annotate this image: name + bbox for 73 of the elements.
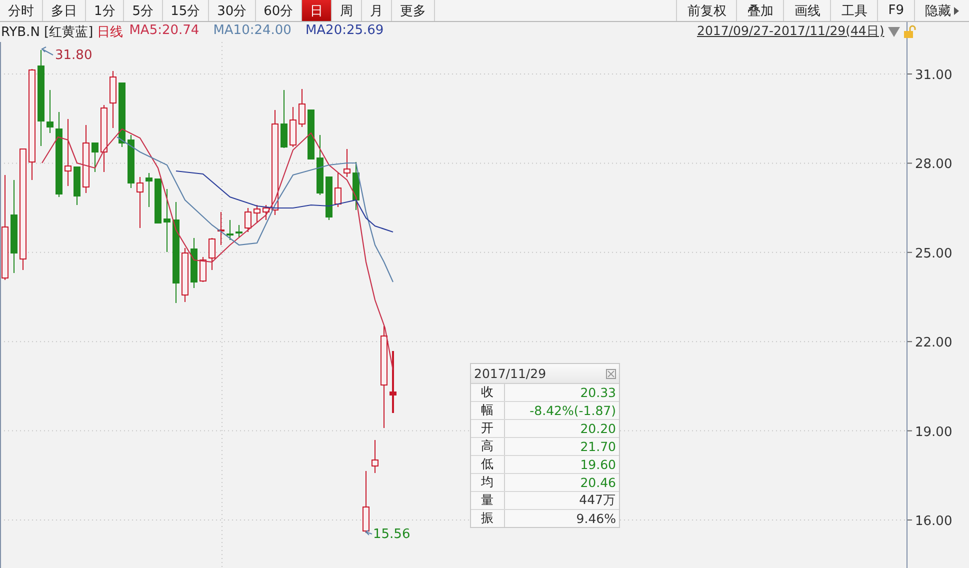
candlestick [208, 238, 216, 270]
tooltip-label: 幅 [471, 402, 505, 419]
triangle-right-icon [954, 6, 959, 14]
candlestick [154, 178, 162, 224]
candlestick [298, 88, 306, 128]
high-price-label: 31.80 [55, 48, 92, 63]
tooltip-value: 447万 [578, 492, 617, 509]
tooltip-value: 21.70 [579, 438, 617, 455]
tooltip-label: 开 [471, 420, 505, 437]
candlestick [362, 470, 370, 534]
dropdown-triangle-icon[interactable] [888, 26, 900, 36]
candlestick [128, 134, 134, 188]
candlestick [390, 351, 396, 413]
candlestick [64, 118, 72, 186]
candlestick [316, 134, 324, 196]
tooltip-label: 收 [471, 384, 505, 401]
candlestick [326, 176, 332, 220]
tooltip-label: 量 [471, 492, 505, 509]
close-icon[interactable] [606, 368, 616, 378]
lock-icon[interactable] [904, 25, 916, 38]
candlestick [290, 106, 296, 148]
moving-average-value: MA5:20.74 [129, 23, 200, 40]
tooltip-label: 均 [471, 474, 505, 491]
y-axis-label: 28.00 [915, 157, 952, 172]
tooltip-label: 高 [471, 438, 505, 455]
candlestick [344, 148, 350, 178]
tooltip-date: 2017/11/29 [474, 366, 546, 381]
tooltip-value: -8.42%(-1.87) [528, 402, 617, 419]
candlestick [218, 212, 224, 246]
y-axis-label: 25.00 [915, 246, 952, 262]
candlestick [136, 176, 144, 228]
candlestick [82, 124, 90, 194]
stock-symbol: RYB.N [红黄蓝] [1, 24, 94, 41]
candlestick [280, 90, 288, 148]
candlestick [110, 70, 116, 128]
period-tab[interactable]: 日 [302, 0, 332, 21]
candlestick [262, 204, 270, 220]
leader-line [364, 530, 372, 536]
candlestick [100, 104, 108, 172]
leader-line [40, 46, 54, 56]
tooltip-value: 20.20 [579, 420, 617, 437]
moving-average-value: MA20:25.69 [305, 23, 384, 40]
tooltip-value: 20.33 [579, 384, 617, 401]
candlestick [244, 208, 252, 232]
candlestick [118, 82, 126, 148]
candlestick [92, 142, 98, 172]
candlestick [190, 238, 198, 288]
candlestick [182, 248, 188, 302]
tooltip-value: 20.46 [579, 474, 617, 491]
y-axis-label: 19.00 [915, 424, 952, 440]
candlestick [254, 204, 260, 224]
y-axis-label: 16.00 [915, 514, 952, 529]
tooltip-value: 9.46% [575, 510, 617, 527]
moving-average-value: MA10:24.00 [213, 23, 292, 40]
candlestick [200, 256, 206, 282]
candlestick [334, 172, 342, 208]
date-range-link[interactable]: 2017/09/27-2017/11/29(44日) [697, 23, 884, 40]
candlestick [352, 162, 360, 210]
candlestick [146, 172, 152, 208]
candlestick [74, 166, 80, 206]
candlestick [236, 224, 242, 238]
period-label: 日线 [97, 24, 124, 41]
candlestick [46, 90, 54, 134]
candlestick [308, 110, 314, 160]
y-axis-label: 31.00 [915, 68, 952, 83]
tooltip-label: 低 [471, 456, 505, 473]
candlestick [226, 220, 234, 240]
y-axis-label: 22.00 [915, 336, 952, 351]
tooltip-value: 19.60 [579, 456, 617, 473]
candlestick [372, 440, 378, 474]
candlestick [164, 188, 170, 252]
tooltip-label: 振 [471, 510, 505, 527]
low-price-label: 15.56 [373, 527, 410, 542]
